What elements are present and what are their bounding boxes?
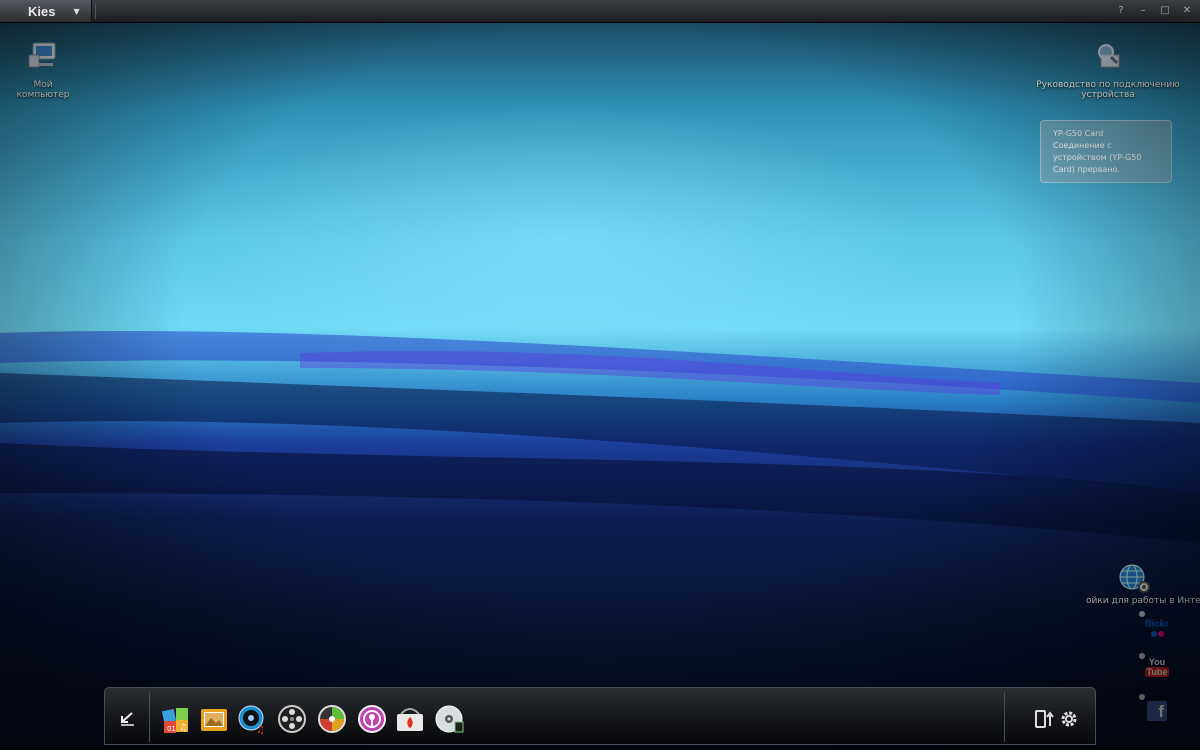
window-controls: ? – □ ✕ bbox=[1114, 2, 1194, 18]
help-icon[interactable]: ? bbox=[1114, 2, 1128, 18]
apps-icon[interactable]: 01 ♫ bbox=[161, 704, 191, 734]
connection-guide-label: Руководство по подключению устройства bbox=[1036, 80, 1180, 100]
notification-title: YP-G50 Card bbox=[1053, 129, 1104, 138]
youtube-icon[interactable]: You Tube bbox=[1145, 657, 1169, 683]
dock-divider-right bbox=[1004, 692, 1005, 742]
computer-icon bbox=[28, 42, 56, 68]
media-icon[interactable] bbox=[317, 704, 347, 734]
desktop-background: Мой компьютер Руководство по подключению… bbox=[0, 23, 1200, 750]
chevron-down-icon: ▼ bbox=[73, 6, 80, 16]
collapse-arrow-icon[interactable] bbox=[117, 708, 137, 728]
notification-line-3: Card) прервано. bbox=[1053, 165, 1120, 174]
dock-divider-left bbox=[149, 692, 150, 742]
disconnect-notification[interactable]: YP-G50 Card Соединение с устройством (YP… bbox=[1040, 120, 1172, 183]
title-bar: Kies ▼ ? – □ ✕ bbox=[0, 0, 1200, 23]
photo-folder-icon[interactable] bbox=[199, 704, 229, 734]
title-divider bbox=[95, 3, 96, 19]
svg-text:♫: ♫ bbox=[256, 725, 265, 734]
flickr-icon[interactable]: flickr bbox=[1143, 619, 1171, 641]
notification-line-1: Соединение с bbox=[1053, 141, 1112, 150]
video-reel-icon[interactable] bbox=[277, 704, 307, 734]
close-icon[interactable]: ✕ bbox=[1180, 2, 1194, 18]
podcast-icon[interactable] bbox=[357, 704, 387, 734]
my-computer-shortcut[interactable]: Мой компьютер bbox=[8, 41, 78, 100]
app-name: Kies bbox=[28, 3, 56, 19]
internet-settings-icon[interactable] bbox=[1118, 563, 1152, 595]
gear-icon[interactable] bbox=[1059, 709, 1079, 729]
magnifier-guide-icon bbox=[1098, 44, 1120, 68]
device-sync-icon[interactable] bbox=[1033, 708, 1055, 730]
youtube-text-top: You bbox=[1148, 657, 1166, 667]
notification-line-2: устройством (YP-G50 bbox=[1053, 153, 1142, 162]
facebook-icon[interactable]: f bbox=[1147, 701, 1167, 721]
connection-guide-shortcut[interactable]: Руководство по подключению устройства bbox=[1018, 41, 1198, 100]
facebook-dot bbox=[1139, 694, 1145, 700]
svg-text:01: 01 bbox=[167, 725, 176, 733]
wallpaper-waves bbox=[0, 331, 1200, 543]
minimize-icon[interactable]: – bbox=[1136, 2, 1150, 18]
internet-settings-label: ойки для работы в Инте bbox=[1086, 596, 1200, 606]
my-computer-label: Мой компьютер bbox=[16, 80, 70, 100]
music-icon[interactable]: ♫ bbox=[237, 704, 267, 734]
maximize-icon[interactable]: □ bbox=[1158, 2, 1172, 18]
flickr-wordmark: flickr bbox=[1145, 619, 1169, 630]
youtube-text-bottom: Tube bbox=[1145, 667, 1169, 677]
disc-icon[interactable] bbox=[435, 704, 465, 734]
store-icon[interactable] bbox=[395, 704, 425, 734]
bottom-dock: 01 ♫ ♫ bbox=[104, 687, 1096, 745]
flickr-dot bbox=[1139, 611, 1145, 617]
app-menu-button[interactable]: Kies ▼ bbox=[0, 0, 92, 22]
svg-text:♫: ♫ bbox=[179, 723, 187, 733]
